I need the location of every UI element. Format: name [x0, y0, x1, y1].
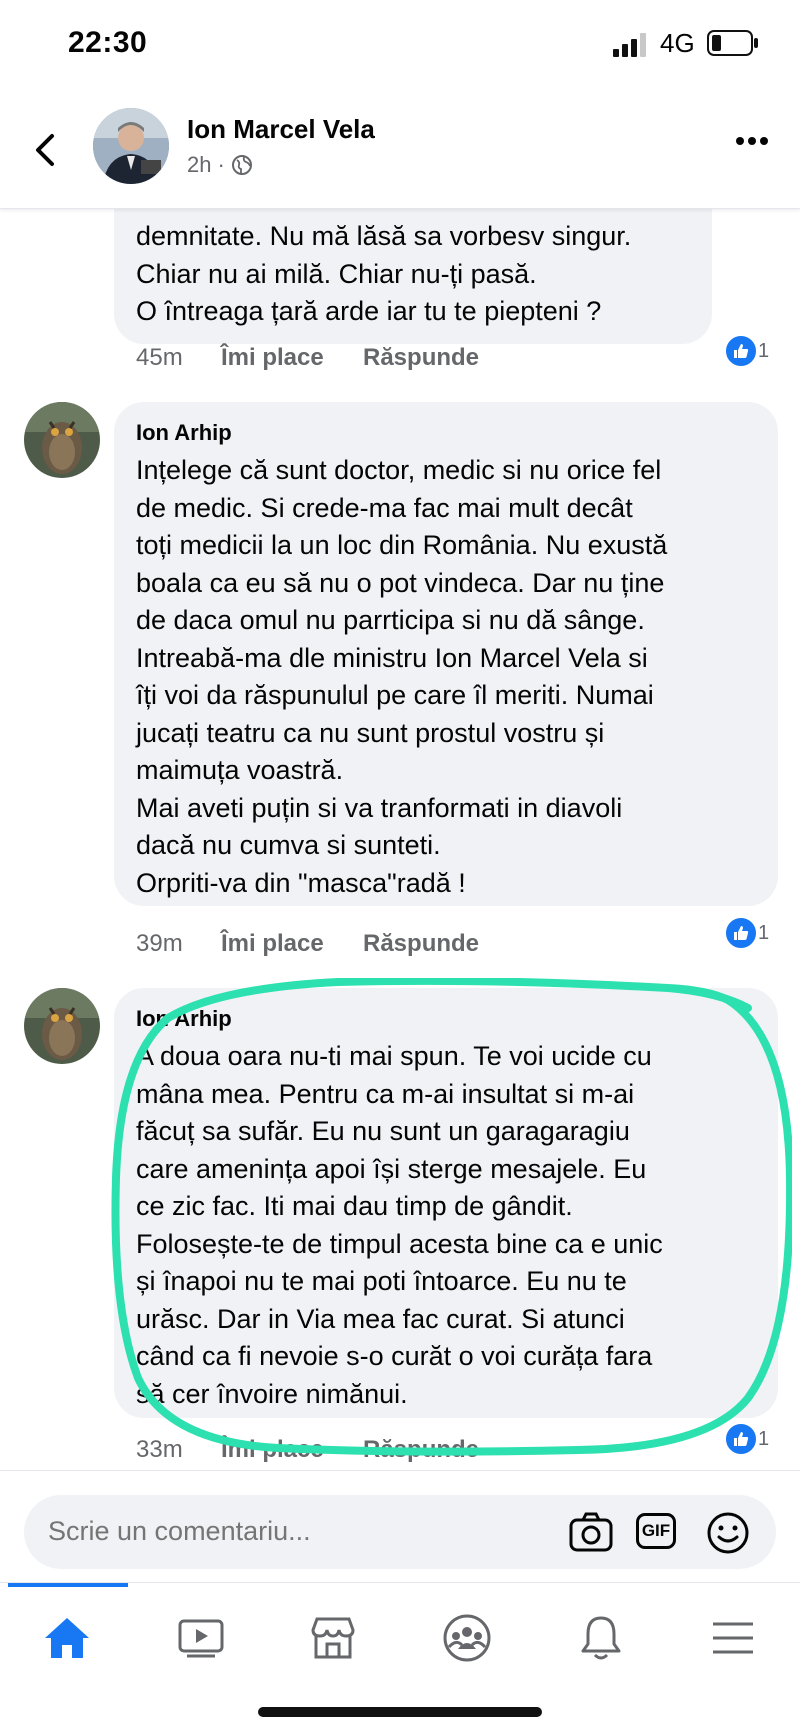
post-meta: 2h ·	[187, 152, 253, 178]
comment-time: 33m	[136, 1436, 183, 1463]
video-icon	[178, 1619, 224, 1658]
comment-bubble: Ion Arhip Ințelege că sunt doctor, medic…	[114, 402, 778, 906]
comment-time: 45m	[136, 344, 183, 371]
poster-name[interactable]: Ion Marcel Vela	[187, 114, 375, 145]
reply-button[interactable]: Răspunde	[363, 1436, 479, 1464]
home-icon	[45, 1618, 89, 1658]
comment-actions: 33m Îmi place Răspunde	[136, 1436, 479, 1464]
signal-icon	[613, 33, 646, 57]
comment-text: demnitate. Nu mă lăsă sa vorbesv singur.…	[136, 221, 632, 326]
commenter-avatar[interactable]	[24, 402, 100, 478]
commenter-avatar[interactable]	[24, 988, 100, 1064]
tab-groups[interactable]	[422, 1603, 512, 1673]
comments-feed[interactable]: demnitate. Nu mă lăsă sa vorbesv singur.…	[0, 208, 800, 1468]
globe-icon	[231, 155, 252, 175]
post-header: Ion Marcel Vela 2h ·	[0, 100, 800, 209]
post-time: 2h	[187, 152, 212, 177]
back-arrow-icon[interactable]	[30, 130, 60, 170]
home-indicator[interactable]	[258, 1707, 542, 1717]
more-icon[interactable]	[735, 136, 769, 146]
tab-video[interactable]	[156, 1603, 246, 1673]
reaction-count[interactable]: 1	[722, 332, 774, 370]
tab-menu[interactable]	[688, 1603, 778, 1673]
reaction-number: 1	[758, 1427, 770, 1450]
like-icon	[724, 334, 758, 368]
tab-home[interactable]	[22, 1603, 112, 1673]
reply-button[interactable]: Răspunde	[363, 344, 479, 372]
comment-actions: 39m Îmi place Răspunde	[136, 930, 479, 958]
network-label: 4G	[660, 28, 695, 58]
groups-icon	[443, 1614, 491, 1662]
like-button[interactable]: Îmi place	[221, 1436, 363, 1464]
comment-bubble: Ion Arhip A doua oara nu-ti mai spun. Te…	[114, 988, 778, 1418]
comment-input[interactable]	[46, 1515, 520, 1548]
status-time: 22:30	[68, 26, 148, 59]
gif-icon[interactable]: GIF	[636, 1513, 676, 1549]
reaction-count[interactable]: 1	[722, 1420, 774, 1458]
like-button[interactable]: Îmi place	[221, 930, 363, 958]
like-icon	[724, 1422, 758, 1456]
active-tab-indicator	[8, 1583, 128, 1587]
reaction-number: 1	[758, 921, 770, 944]
comment-actions: 45m Îmi place Răspunde	[136, 344, 479, 372]
menu-icon	[713, 1622, 753, 1654]
marketplace-icon	[311, 1617, 355, 1659]
comment-bubble: demnitate. Nu mă lăsă sa vorbesv singur.…	[114, 208, 712, 344]
reply-button[interactable]: Răspunde	[363, 930, 479, 958]
status-bar: 22:30 4G	[0, 0, 800, 100]
tab-notifications[interactable]	[556, 1603, 646, 1673]
poster-avatar[interactable]	[93, 108, 169, 184]
tab-marketplace[interactable]	[288, 1603, 378, 1673]
composer-box: GIF	[24, 1495, 776, 1569]
reaction-number: 1	[758, 339, 770, 362]
battery-icon	[707, 30, 758, 56]
like-icon	[724, 916, 758, 950]
comment-text: Ințelege că sunt doctor, medic si nu ori…	[136, 455, 668, 898]
emoji-icon[interactable]	[706, 1511, 750, 1555]
comment-time: 39m	[136, 930, 183, 957]
meta-separator: ·	[217, 152, 225, 177]
comment-author[interactable]: Ion Arhip	[136, 420, 232, 446]
comment-author[interactable]: Ion Arhip	[136, 1006, 232, 1032]
comment-text: A doua oara nu-ti mai spun. Te voi ucide…	[136, 1041, 663, 1409]
comment-composer: GIF	[0, 1470, 800, 1581]
like-button[interactable]: Îmi place	[221, 344, 363, 372]
bell-icon	[581, 1616, 621, 1660]
camera-icon[interactable]	[568, 1511, 614, 1553]
reaction-count[interactable]: 1	[722, 914, 774, 952]
gif-label: GIF	[641, 1521, 671, 1540]
